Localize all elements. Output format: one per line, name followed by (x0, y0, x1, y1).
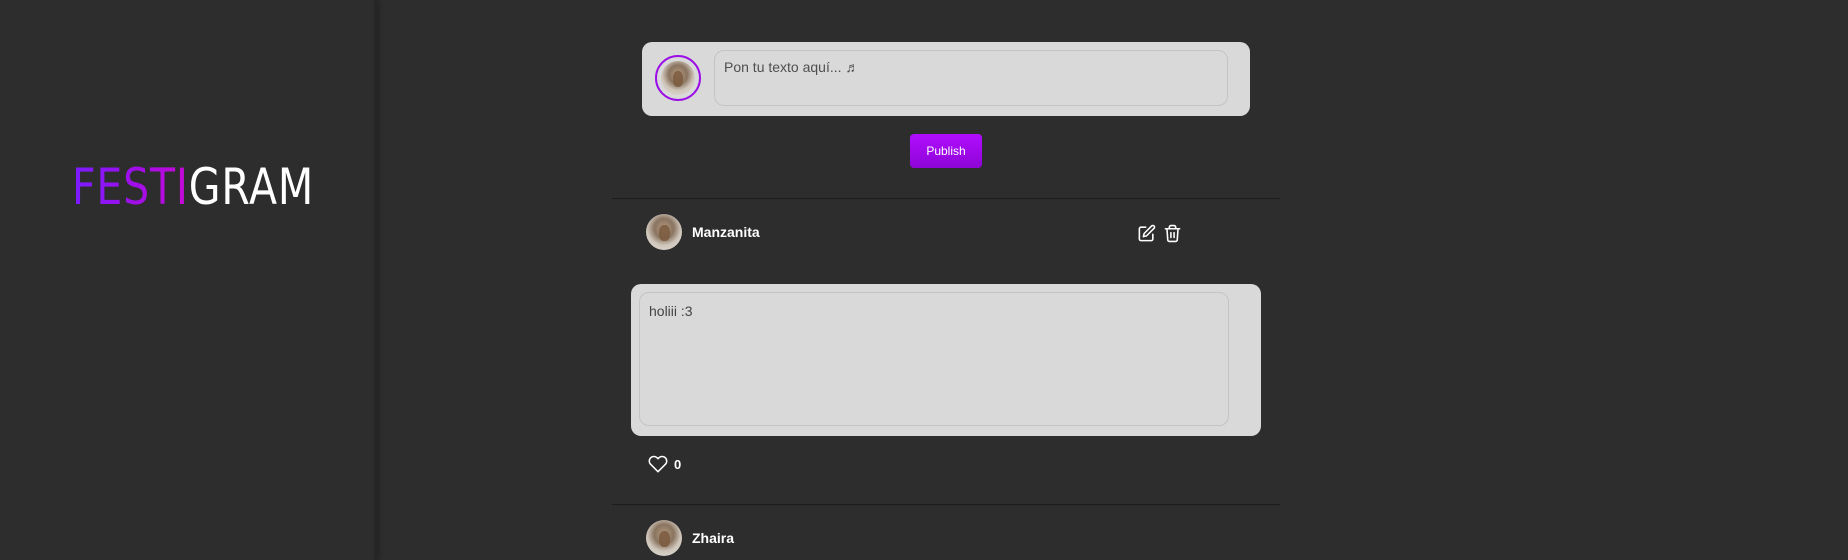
likes: 0 (648, 454, 681, 474)
post-header: Manzanita (646, 214, 1206, 252)
post-username[interactable]: Manzanita (692, 224, 760, 240)
logo-text: GRAM (188, 158, 315, 216)
post-composer (642, 42, 1250, 116)
logo-accent-text: FESTI (72, 158, 189, 216)
post-body: holiii :3 (631, 284, 1261, 436)
like-count: 0 (674, 456, 682, 472)
post-username[interactable]: Zhaira (692, 530, 734, 546)
post-text: holiii :3 (639, 292, 1229, 426)
festigram-logo[interactable]: FESTIGRAM (72, 158, 314, 216)
avatar[interactable] (646, 520, 682, 556)
post-text-input[interactable] (714, 50, 1228, 106)
post-header: Zhaira (646, 520, 1206, 558)
heart-icon[interactable] (648, 454, 668, 474)
divider (612, 504, 1280, 505)
feed: Publish Manzanita hol (612, 0, 1280, 560)
trash-icon[interactable] (1162, 223, 1182, 243)
post-actions (1136, 223, 1182, 243)
divider (612, 198, 1280, 199)
edit-icon[interactable] (1136, 223, 1156, 243)
composer-avatar-ring (655, 55, 701, 101)
avatar[interactable] (646, 214, 682, 250)
publish-button[interactable]: Publish (910, 134, 982, 168)
avatar[interactable] (661, 61, 695, 95)
sidebar: FESTIGRAM (0, 0, 377, 560)
